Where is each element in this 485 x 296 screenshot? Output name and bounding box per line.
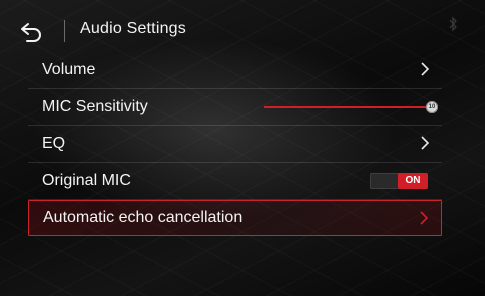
toggle-state-label: ON: [398, 173, 428, 189]
page-title: Audio Settings: [80, 20, 186, 37]
chevron-right-icon: [421, 62, 430, 76]
menu-item-label: MIC Sensitivity: [42, 98, 148, 115]
menu-item-label: EQ: [42, 135, 66, 152]
header-bar: Audio Settings: [0, 8, 485, 48]
slider-thumb[interactable]: 10: [426, 101, 438, 113]
menu-item-automatic-echo-cancellation[interactable]: Automatic echo cancellation: [28, 200, 442, 236]
menu-item-volume[interactable]: Volume: [28, 52, 442, 89]
header-divider: [64, 20, 65, 42]
back-button[interactable]: [18, 18, 46, 44]
chevron-right-icon: [420, 211, 429, 225]
bluetooth-icon: [449, 16, 457, 32]
menu-item-label: Original MIC: [42, 172, 131, 189]
menu-item-label: Volume: [42, 61, 96, 78]
mic-sensitivity-slider[interactable]: 10: [264, 101, 438, 113]
back-arrow-icon: [21, 23, 41, 42]
settings-menu: Volume MIC Sensitivity 10 EQ Original MI…: [28, 52, 442, 236]
menu-item-original-mic: Original MIC ON: [28, 163, 442, 200]
menu-item-label: Automatic echo cancellation: [43, 209, 243, 226]
menu-item-eq[interactable]: EQ: [28, 126, 442, 163]
menu-item-mic-sensitivity: MIC Sensitivity 10: [28, 89, 442, 126]
original-mic-toggle[interactable]: ON: [370, 173, 428, 189]
slider-track-fill: [264, 106, 432, 108]
audio-settings-screen: Audio Settings Volume MIC Sensitivity 10…: [0, 0, 485, 296]
chevron-right-icon: [421, 136, 430, 150]
